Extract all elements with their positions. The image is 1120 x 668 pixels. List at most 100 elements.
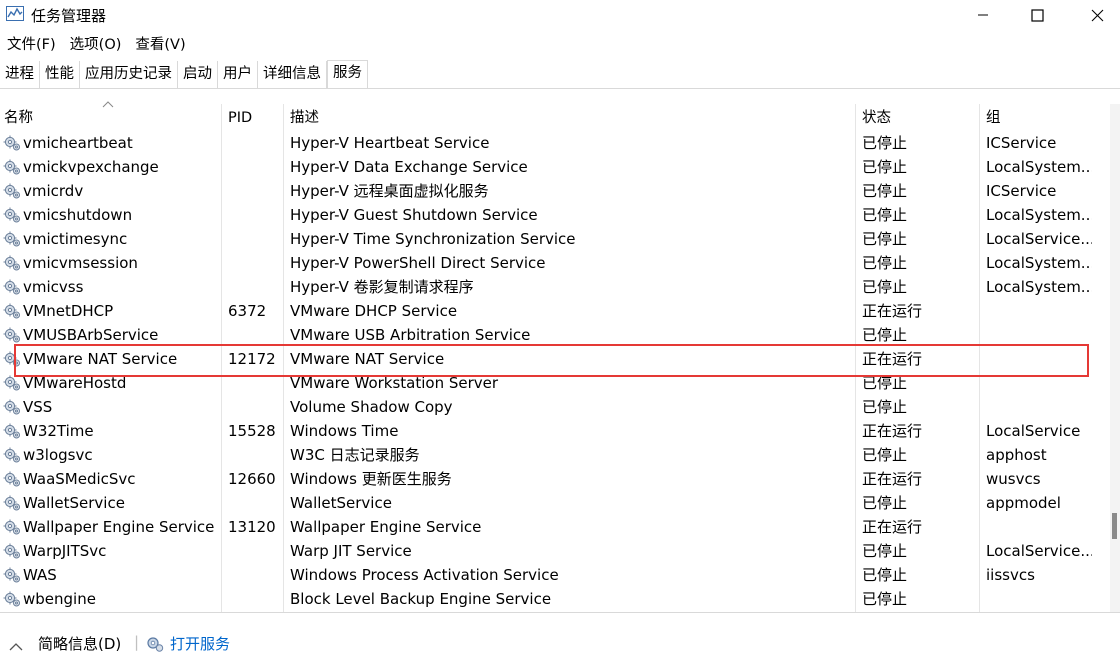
service-pid (228, 563, 280, 587)
service-pid (228, 539, 280, 563)
service-name: vmicshutdown (23, 206, 133, 224)
column-header-group[interactable]: 组 (986, 104, 1001, 130)
menu-options[interactable]: 选项(O) (63, 33, 129, 57)
table-row[interactable]: WalletService WalletService 已停止 appmodel (0, 491, 1110, 515)
minimize-button[interactable] (960, 0, 1006, 30)
service-description: Hyper-V Data Exchange Service (290, 158, 528, 176)
table-row[interactable]: vmicvmsession Hyper-V PowerShell Direct S… (0, 251, 1110, 275)
open-services-link[interactable]: 打开服务 (170, 632, 230, 656)
table-row[interactable]: Wallpaper Engine Service 13120 Wallpaper E… (0, 515, 1110, 539)
service-gear-icon (3, 447, 20, 463)
brief-info-toggle[interactable] (8, 634, 24, 658)
column-header-name[interactable]: 名称 (4, 104, 33, 130)
column-header-description[interactable]: 描述 (290, 104, 319, 130)
service-description: Windows Process Activation Service (290, 566, 559, 584)
service-gear-icon (3, 495, 20, 511)
service-description: WalletService (290, 494, 392, 512)
service-status: 已停止 (862, 398, 908, 416)
service-name: Wallpaper Engine Service (23, 518, 215, 536)
service-gear-icon (3, 399, 20, 415)
service-gear-icon (3, 159, 20, 175)
service-group: LocalService... (986, 542, 1092, 560)
service-group: appmodel (986, 494, 1061, 512)
service-pid (228, 179, 280, 203)
service-description: Hyper-V 卷影复制请求程序 (290, 278, 474, 296)
service-group: LocalSystem... (986, 254, 1092, 272)
tab-performance[interactable]: 性能 (40, 61, 80, 88)
tab-services[interactable]: 服务 (327, 60, 368, 89)
service-pid (228, 587, 280, 611)
menu-file[interactable]: 文件(F) (0, 33, 63, 57)
service-gear-icon (3, 519, 20, 535)
service-group: ICService (986, 182, 1057, 200)
service-pid: 6372 (228, 302, 267, 320)
tab-divider (0, 88, 1120, 89)
service-name: VMnetDHCP (23, 302, 114, 320)
scrollbar-thumb[interactable] (1112, 513, 1117, 539)
table-row[interactable]: wbengine Block Level Backup Engine Servic… (0, 587, 1110, 611)
service-description: Hyper-V 远程桌面虚拟化服务 (290, 182, 489, 200)
service-description: Hyper-V Heartbeat Service (290, 134, 490, 152)
service-group: ICService (986, 134, 1057, 152)
service-description: Hyper-V Guest Shutdown Service (290, 206, 538, 224)
service-group (986, 587, 1092, 611)
maximize-button[interactable] (1014, 0, 1060, 30)
service-status: 已停止 (862, 254, 908, 272)
service-pid (228, 275, 280, 299)
service-description: Volume Shadow Copy (290, 398, 453, 416)
brief-info-label[interactable]: 简略信息(D) (38, 632, 121, 656)
table-row[interactable]: W32Time 15528 Windows Time 正在运行 LocalService (0, 419, 1110, 443)
service-group: LocalService (986, 422, 1081, 440)
maximize-icon (1030, 8, 1044, 22)
table-row[interactable]: VSS Volume Shadow Copy 已停止 (0, 395, 1110, 419)
service-pid: 13120 (228, 518, 276, 536)
service-name: vmicheartbeat (23, 134, 133, 152)
service-pid (228, 203, 280, 227)
service-gear-icon (3, 183, 20, 199)
service-description: Warp JIT Service (290, 542, 412, 560)
table-row[interactable]: vmicheartbeat Hyper-V Heartbeat Service 已停… (0, 131, 1110, 155)
service-status: 正在运行 (862, 518, 923, 536)
service-name: WalletService (23, 494, 125, 512)
service-name: WAS (23, 566, 57, 584)
service-group: LocalSystem... (986, 278, 1092, 296)
tab-users[interactable]: 用户 (218, 61, 258, 88)
tab-startup[interactable]: 启动 (178, 61, 218, 88)
service-name: wbengine (23, 590, 96, 608)
menu-bar: 文件(F) 选项(O) 查看(V) (0, 33, 193, 57)
table-row[interactable]: vmicrdv Hyper-V 远程桌面虚拟化服务 已停止 ICService (0, 179, 1110, 203)
service-description: Wallpaper Engine Service (290, 518, 482, 536)
service-gear-icon (3, 591, 20, 607)
service-description: Windows 更新医生服务 (290, 470, 452, 488)
table-row[interactable]: vmicvss Hyper-V 卷影复制请求程序 已停止 LocalSystem... (0, 275, 1110, 299)
service-gear-icon (3, 423, 20, 439)
table-row[interactable]: WaaSMedicSvc 12660 Windows 更新医生服务 正在运行 wusvc… (0, 467, 1110, 491)
menu-view[interactable]: 查看(V) (128, 33, 192, 57)
table-row[interactable]: vmictimesync Hyper-V Time Synchronization… (0, 227, 1110, 251)
tab-app-history[interactable]: 应用历史记录 (80, 61, 178, 88)
service-group (986, 515, 1092, 539)
table-row[interactable]: WAS Windows Process Activation Service 已停止… (0, 563, 1110, 587)
column-header-pid[interactable]: PID (228, 104, 252, 130)
service-gear-icon (3, 279, 20, 295)
service-status: 已停止 (862, 230, 908, 248)
table-row[interactable]: vmickvpexchange Hyper-V Data Exchange Ser… (0, 155, 1110, 179)
service-gear-icon (3, 255, 20, 271)
service-gear-icon (3, 567, 20, 583)
table-row[interactable]: WarpJITSvc Warp JIT Service 已停止 LocalServic… (0, 539, 1110, 563)
table-row[interactable]: w3logsvc W3C 日志记录服务 已停止 apphost (0, 443, 1110, 467)
service-status: 已停止 (862, 134, 908, 152)
table-row[interactable]: vmicshutdown Hyper-V Guest Shutdown Servi… (0, 203, 1110, 227)
tab-details[interactable]: 详细信息 (258, 61, 327, 88)
service-gear-icon (3, 207, 20, 223)
table-row[interactable]: VMnetDHCP 6372 VMware DHCP Service 正在运行 (0, 299, 1110, 323)
table-header: 名称 PID 描述 状态 组 (0, 104, 1110, 130)
column-header-status[interactable]: 状态 (862, 104, 891, 130)
service-status: 已停止 (862, 494, 908, 512)
service-pid (228, 131, 280, 155)
service-pid: 15528 (228, 422, 276, 440)
footer-bar: 简略信息(D) | 打开服务 (0, 632, 1120, 656)
close-button[interactable] (1074, 0, 1120, 30)
tab-processes[interactable]: 进程 (0, 61, 40, 88)
service-name: W32Time (23, 422, 94, 440)
